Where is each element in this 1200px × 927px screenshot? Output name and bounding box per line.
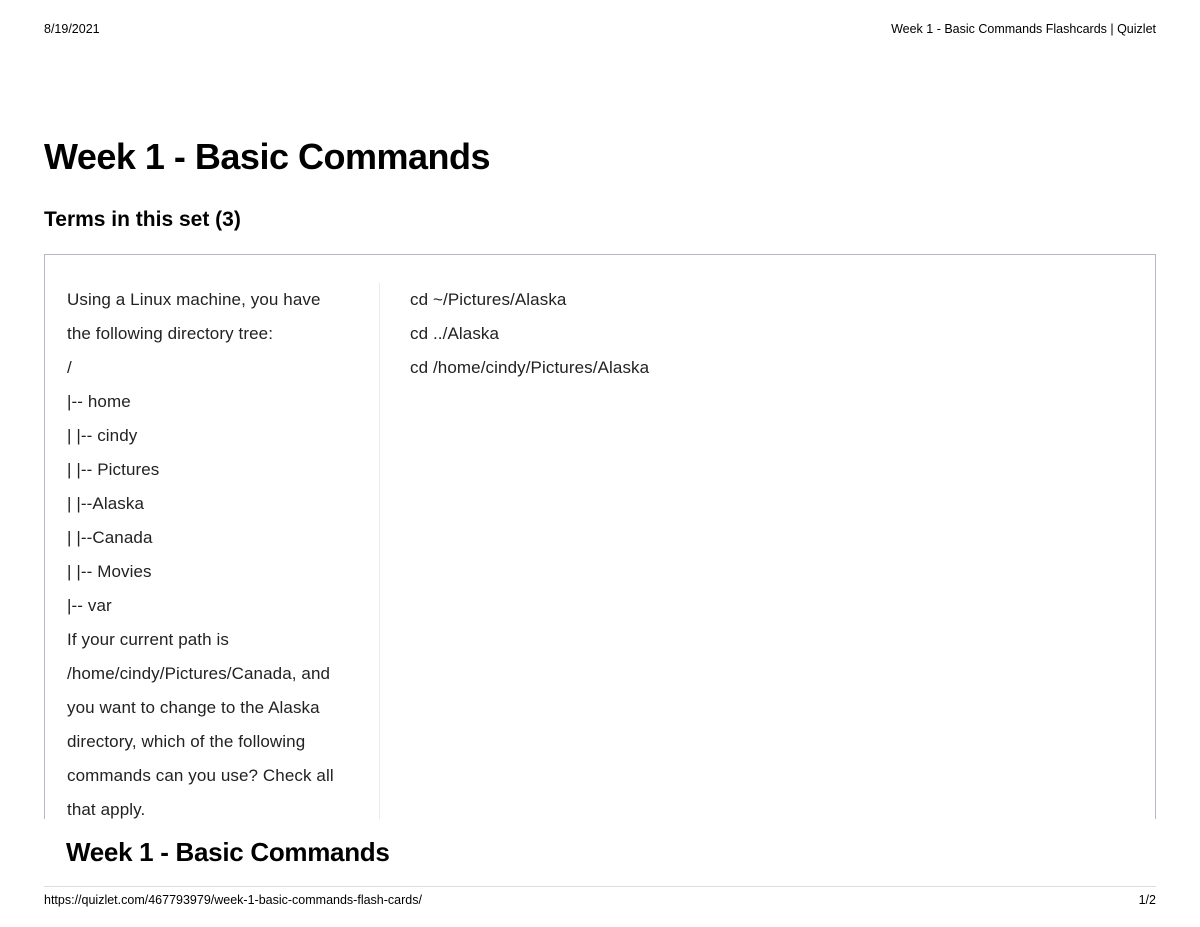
term-line: If your current path is — [67, 623, 369, 657]
term-line: that apply. — [67, 793, 369, 819]
term-line: you want to change to the Alaska — [67, 691, 369, 725]
term-line: |-- home — [67, 385, 369, 419]
definition-line: cd ~/Pictures/Alaska — [410, 283, 1155, 317]
page-title: Week 1 - Basic Commands — [44, 136, 1156, 178]
definition-line: cd ../Alaska — [410, 317, 1155, 351]
footer-page-number: 1/2 — [1139, 893, 1156, 907]
footer-url: https://quizlet.com/467793979/week-1-bas… — [44, 893, 422, 907]
flashcard-container: Using a Linux machine, you have the foll… — [44, 254, 1156, 819]
term-line: | |-- Movies — [67, 555, 369, 589]
term-line: | |--Alaska — [67, 487, 369, 521]
flashcard-term: Using a Linux machine, you have the foll… — [45, 283, 380, 819]
content: Week 1 - Basic Commands Terms in this se… — [0, 136, 1200, 819]
print-footer: https://quizlet.com/467793979/week-1-bas… — [44, 886, 1156, 907]
term-line: / — [67, 351, 369, 385]
print-header: 8/19/2021 Week 1 - Basic Commands Flashc… — [0, 0, 1200, 36]
term-line: | |-- Pictures — [67, 453, 369, 487]
term-line: Using a Linux machine, you have — [67, 283, 369, 317]
term-line: |-- var — [67, 589, 369, 623]
term-line: the following directory tree: — [67, 317, 369, 351]
term-line: | |--Canada — [67, 521, 369, 555]
print-title: Week 1 - Basic Commands Flashcards | Qui… — [891, 22, 1156, 36]
print-date: 8/19/2021 — [44, 22, 100, 36]
term-line: /home/cindy/Pictures/Canada, and — [67, 657, 369, 691]
term-line: | |-- cindy — [67, 419, 369, 453]
term-line: commands can you use? Check all — [67, 759, 369, 793]
flashcard-definition: cd ~/Pictures/Alaska cd ../Alaska cd /ho… — [380, 283, 1155, 819]
footer-title-band: Week 1 - Basic Commands — [0, 837, 1200, 868]
footer-page-title: Week 1 - Basic Commands — [66, 837, 1156, 868]
term-line: directory, which of the following — [67, 725, 369, 759]
definition-line: cd /home/cindy/Pictures/Alaska — [410, 351, 1155, 385]
terms-count-heading: Terms in this set (3) — [44, 208, 1156, 232]
